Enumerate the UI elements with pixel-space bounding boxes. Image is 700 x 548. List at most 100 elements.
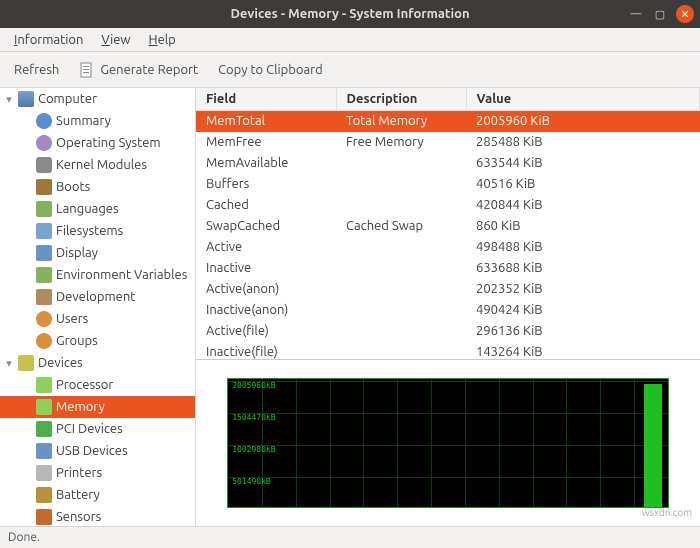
cell-field: MemAvailable (196, 153, 336, 174)
table-row[interactable]: Active(anon)202352 KiB (196, 279, 700, 300)
tree-label: Kernel Modules (56, 158, 147, 172)
generate-report-button[interactable]: Generate Report (73, 58, 204, 82)
header-value[interactable]: Value (466, 88, 700, 111)
tree-label: Boots (56, 180, 90, 194)
cell-field: MemFree (196, 132, 336, 153)
cell-value: 498488 KiB (466, 237, 700, 258)
tree-label: Filesystems (56, 224, 123, 238)
cell-value: 633544 KiB (466, 153, 700, 174)
sidebar-item[interactable]: USB Devices (0, 440, 195, 462)
copy-clipboard-button[interactable]: Copy to Clipboard (212, 59, 329, 81)
cell-field: Cached (196, 195, 336, 216)
filesystems-icon (36, 223, 52, 239)
sidebar-tree[interactable]: ▾ComputerSummary Operating System Kernel M… (0, 88, 196, 526)
table-row[interactable]: Inactive 633688 KiB (196, 258, 700, 279)
table-row[interactable]: Active(file)296136 KiB (196, 321, 700, 342)
sidebar-item[interactable]: Users (0, 308, 195, 330)
sidebar-item[interactable]: Environment Variables (0, 264, 195, 286)
table-row[interactable]: MemAvailable 633544 KiB (196, 153, 700, 174)
cell-desc: Total Memory (336, 111, 466, 132)
tree-label: Devices (38, 356, 83, 370)
expander-icon[interactable]: ▾ (4, 357, 14, 370)
content-pane: Field Description Value MemTotalTotal Me… (196, 88, 700, 526)
minimize-button[interactable]: — (628, 6, 644, 22)
environment-variables-icon (36, 267, 52, 283)
close-button[interactable]: ✕ (676, 5, 694, 23)
cell-desc: Cached Swap (336, 216, 466, 237)
tree-label: Environment Variables (56, 268, 187, 282)
table-row[interactable]: MemFreeFree Memory285488 KiB (196, 132, 700, 153)
cell-value: 420844 KiB (466, 195, 700, 216)
sidebar-item[interactable]: Languages (0, 198, 195, 220)
development-icon (36, 289, 52, 305)
header-field[interactable]: Field (196, 88, 336, 111)
table-row[interactable]: Cached 420844 KiB (196, 195, 700, 216)
grid-line (600, 379, 601, 507)
toolbar: Refresh Generate Report Copy to Clipboar… (0, 52, 700, 88)
header-description[interactable]: Description (336, 88, 466, 111)
pci-devices-icon (36, 421, 52, 437)
axis-label: 1504470kB (232, 413, 275, 422)
menu-information[interactable]: Information (6, 31, 91, 49)
table-row[interactable]: Inactive(anon)490424 KiB (196, 300, 700, 321)
cell-desc (336, 258, 466, 279)
tree-label: Development (56, 290, 135, 304)
sidebar-item[interactable]: Battery (0, 484, 195, 506)
battery-icon (36, 487, 52, 503)
expander-icon[interactable]: ▾ (4, 93, 14, 106)
status-text: Done. (8, 531, 40, 544)
maximize-button[interactable]: ▢ (652, 6, 668, 22)
menu-view[interactable]: View (93, 31, 138, 49)
cell-field: SwapCached (196, 216, 336, 237)
sidebar-item[interactable]: ▾ Devices (0, 352, 195, 374)
cell-desc: Free Memory (336, 132, 466, 153)
cell-field: Inactive(file) (196, 342, 336, 360)
grid-line (634, 379, 635, 507)
operating-system-icon (36, 135, 52, 151)
sidebar-item[interactable]: Development (0, 286, 195, 308)
sidebar-item[interactable]: Sensors (0, 506, 195, 526)
grid-line (228, 413, 668, 414)
sidebar-item[interactable]: Groups (0, 330, 195, 352)
axis-label: 2005960kB (232, 381, 275, 390)
tree-label: USB Devices (56, 444, 128, 458)
table-row[interactable]: Active498488 KiB (196, 237, 700, 258)
graph-bar (644, 384, 662, 507)
tree-label: Users (56, 312, 88, 326)
report-icon (79, 62, 95, 78)
sidebar-item[interactable]: Processor (0, 374, 195, 396)
table-row[interactable]: Buffers40516 KiB (196, 174, 700, 195)
boots-icon (36, 179, 52, 195)
sidebar-item[interactable]: Filesystems (0, 220, 195, 242)
sidebar-item[interactable]: Summary (0, 110, 195, 132)
cell-desc (336, 321, 466, 342)
cell-value: 633688 KiB (466, 258, 700, 279)
cell-value: 296136 KiB (466, 321, 700, 342)
tree-label: Languages (56, 202, 119, 216)
menu-help[interactable]: Help (141, 31, 184, 49)
table-row[interactable]: Inactive(file)143264 KiB (196, 342, 700, 360)
sidebar-item[interactable]: Operating System (0, 132, 195, 154)
refresh-button[interactable]: Refresh (8, 59, 65, 81)
grid-line (228, 381, 668, 382)
tree-label: Battery (56, 488, 100, 502)
sidebar-item[interactable]: Display (0, 242, 195, 264)
grid-line (262, 379, 263, 507)
grid-line (499, 379, 500, 507)
sidebar-item[interactable]: PCI Devices (0, 418, 195, 440)
sidebar-item[interactable]: Printers (0, 462, 195, 484)
sidebar-item[interactable]: Kernel Modules (0, 154, 195, 176)
sidebar-item[interactable]: ▾Computer (0, 88, 195, 110)
table-row[interactable]: MemTotalTotal Memory2005960 KiB (196, 111, 700, 132)
table-row[interactable]: SwapCachedCached Swap860 KiB (196, 216, 700, 237)
computer-icon (18, 91, 34, 107)
tree-label: Operating System (56, 136, 161, 150)
cell-field: Inactive (196, 258, 336, 279)
printers-icon (36, 465, 52, 481)
languages-icon (36, 201, 52, 217)
sidebar-item[interactable]: Boots (0, 176, 195, 198)
memory-table-wrap[interactable]: Field Description Value MemTotalTotal Me… (196, 88, 700, 360)
sidebar-item-selected[interactable]: Memory (0, 396, 195, 418)
window-controls: — ▢ ✕ (628, 5, 694, 23)
cell-value: 202352 KiB (466, 279, 700, 300)
